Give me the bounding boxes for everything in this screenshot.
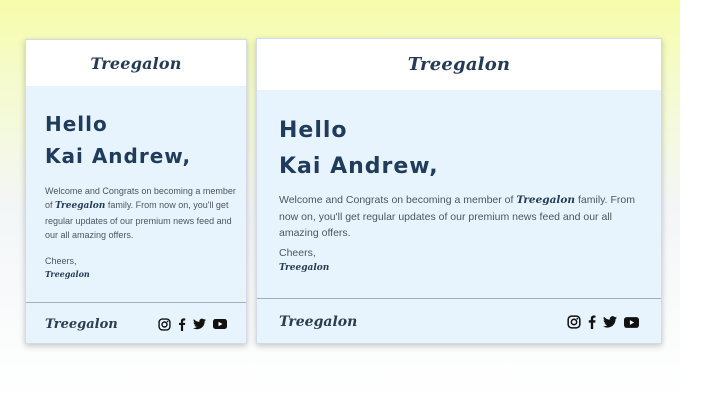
page-right-strip bbox=[680, 0, 705, 400]
message-text: Welcome and Congrats on becoming a membe… bbox=[279, 194, 517, 206]
signature: Treegalon bbox=[45, 269, 90, 279]
brand-logo[interactable]: Treegalon bbox=[90, 54, 181, 73]
youtube-icon[interactable] bbox=[213, 319, 227, 329]
greeting: Hello bbox=[279, 118, 348, 143]
card-footer: Treegalon bbox=[26, 303, 246, 343]
closing: Cheers, bbox=[279, 247, 316, 259]
footer-brand-logo[interactable]: Treegalon bbox=[45, 317, 118, 332]
inline-brand: Treegalon bbox=[55, 201, 106, 212]
social-links bbox=[567, 315, 639, 329]
email-card-compact: Treegalon Hello Kai Andrew, Welcome and … bbox=[25, 39, 247, 344]
brand-logo[interactable]: Treegalon bbox=[408, 54, 510, 75]
inline-brand: Treegalon bbox=[516, 194, 576, 206]
recipient-name: Kai Andrew, bbox=[279, 154, 439, 179]
social-links bbox=[158, 317, 227, 331]
instagram-icon[interactable] bbox=[158, 317, 171, 331]
greeting: Hello bbox=[45, 112, 108, 136]
welcome-message: Welcome and Congrats on becoming a membe… bbox=[279, 192, 639, 242]
welcome-message: Welcome and Congrats on becoming a membe… bbox=[45, 184, 237, 243]
card-footer: Treegalon bbox=[257, 299, 661, 343]
card-header: Treegalon bbox=[257, 39, 661, 90]
twitter-icon[interactable] bbox=[603, 316, 617, 328]
recipient-name: Kai Andrew, bbox=[45, 144, 192, 168]
signature: Treegalon bbox=[279, 263, 330, 273]
twitter-icon[interactable] bbox=[193, 318, 206, 330]
email-card-wide: Treegalon Hello Kai Andrew, Welcome and … bbox=[256, 38, 662, 344]
closing: Cheers, bbox=[45, 256, 77, 266]
instagram-icon[interactable] bbox=[567, 315, 581, 329]
facebook-icon[interactable] bbox=[178, 317, 186, 331]
card-header: Treegalon bbox=[26, 40, 246, 86]
facebook-icon[interactable] bbox=[588, 315, 596, 329]
youtube-icon[interactable] bbox=[624, 316, 639, 328]
footer-brand-logo[interactable]: Treegalon bbox=[279, 314, 357, 330]
